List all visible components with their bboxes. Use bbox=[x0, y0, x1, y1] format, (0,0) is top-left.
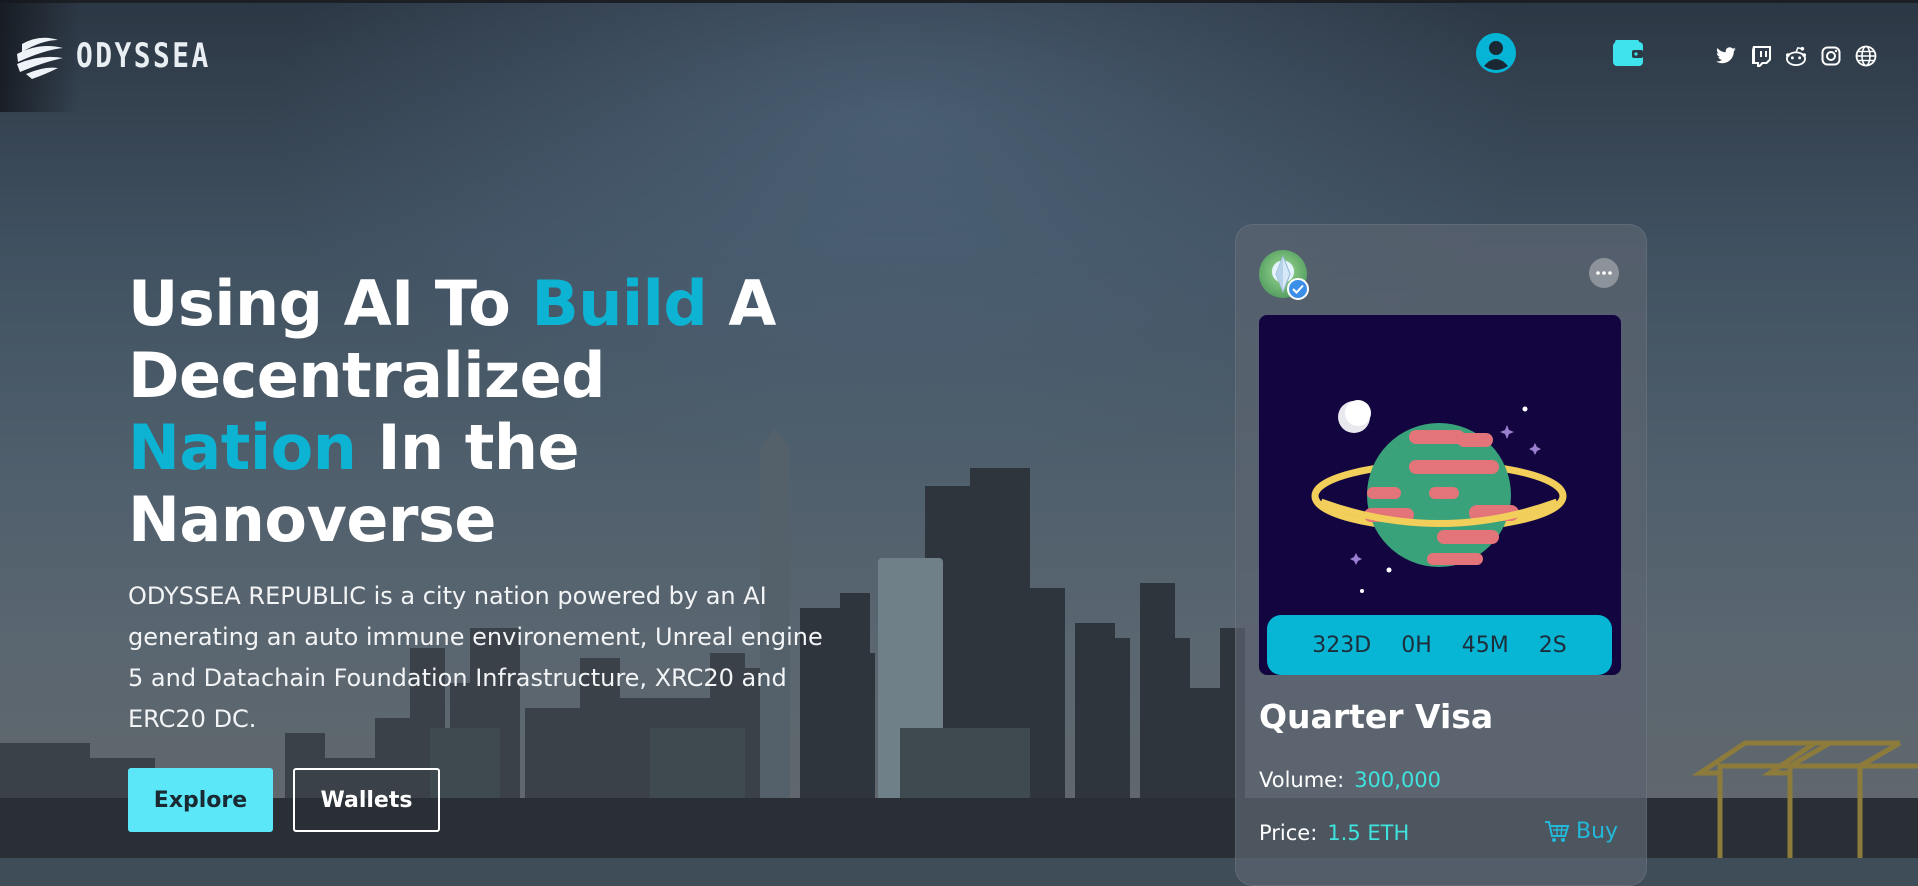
timer-minutes: 45M bbox=[1461, 632, 1509, 658]
hero-section: Using AI To Build A Decentralized Nation… bbox=[128, 268, 828, 740]
brand-name: ODYSSEA bbox=[76, 36, 211, 76]
hero-description: ODYSSEA REPUBLIC is a city nation powere… bbox=[128, 582, 823, 733]
volume-value: 300,000 bbox=[1354, 768, 1442, 792]
social-links bbox=[1714, 44, 1878, 68]
wallet-icon[interactable] bbox=[1612, 39, 1644, 72]
nft-title: Quarter Visa bbox=[1259, 697, 1494, 736]
explore-button[interactable]: Explore bbox=[128, 768, 273, 832]
user-account-icon[interactable] bbox=[1475, 32, 1517, 79]
nft-artwork[interactable]: 323D 0H 45M 2S bbox=[1259, 315, 1621, 675]
globe-icon[interactable] bbox=[1854, 44, 1878, 68]
twitch-icon[interactable] bbox=[1749, 44, 1773, 68]
more-options-icon[interactable] bbox=[1589, 258, 1619, 288]
price-row: Price: 1.5 ETH bbox=[1259, 821, 1409, 845]
hero-title: Using AI To Build A Decentralized Nation… bbox=[128, 268, 828, 556]
planet-illustration bbox=[1311, 400, 1567, 593]
countdown-timer: 323D 0H 45M 2S bbox=[1267, 615, 1612, 675]
cart-icon bbox=[1545, 820, 1570, 842]
instagram-icon[interactable] bbox=[1819, 44, 1843, 68]
verified-badge-icon bbox=[1287, 278, 1309, 300]
waves-logo-icon bbox=[17, 37, 63, 79]
volume-row: Volume: 300,000 bbox=[1259, 768, 1441, 792]
buy-button[interactable]: Buy bbox=[1544, 819, 1618, 844]
timer-seconds: 2S bbox=[1538, 632, 1567, 658]
price-value: 1.5 ETH bbox=[1327, 821, 1410, 845]
reddit-icon[interactable] bbox=[1784, 44, 1808, 68]
volume-label: Volume: bbox=[1259, 768, 1345, 792]
timer-hours: 0H bbox=[1401, 632, 1432, 658]
wallets-button[interactable]: Wallets bbox=[293, 768, 440, 832]
brand-logo[interactable]: ODYSSEA bbox=[14, 30, 240, 82]
hero-title-accent: Nation bbox=[128, 411, 357, 484]
nft-card: 323D 0H 45M 2S Quarter Visa Volume: 300,0… bbox=[1235, 224, 1647, 886]
price-label: Price: bbox=[1259, 821, 1318, 845]
twitter-icon[interactable] bbox=[1714, 44, 1738, 68]
hero-buttons: Explore Wallets bbox=[128, 768, 440, 832]
top-border bbox=[0, 0, 1918, 3]
hero-title-part: Using AI To bbox=[128, 267, 532, 340]
hero-title-accent: Build bbox=[531, 267, 708, 340]
buy-label: Buy bbox=[1576, 819, 1619, 844]
timer-days: 323D bbox=[1312, 632, 1372, 658]
